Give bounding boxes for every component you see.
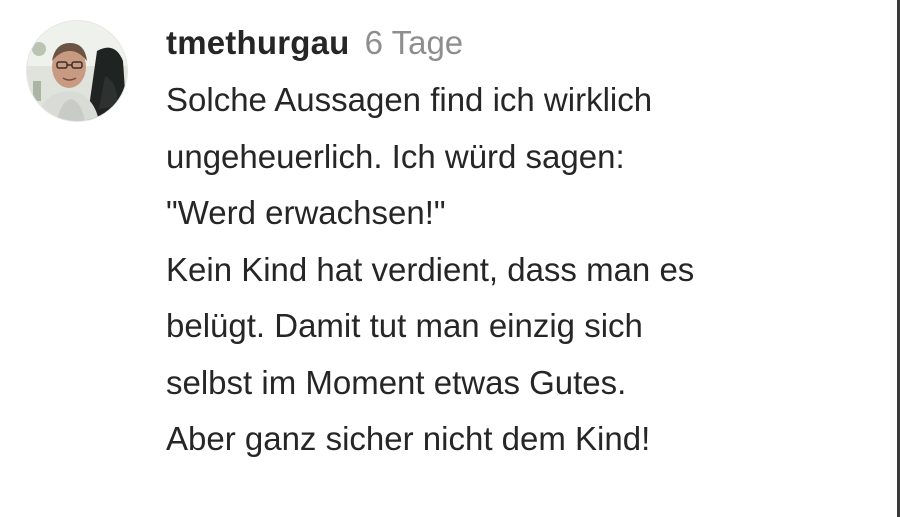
comment-text-line: ungeheuerlich. Ich würd sagen: (166, 137, 625, 175)
username-link[interactable]: tmethurgau (166, 24, 350, 61)
comment-header: tmethurgau 6 Tage (166, 18, 866, 68)
comment-text-line: Kein Kind hat verdient, dass man es (166, 250, 695, 288)
comment-text-line: Solche Aussagen find ich wirklich (166, 81, 653, 118)
comment-text: Solche Aussagen find ich wirklich ungehe… (166, 72, 866, 468)
comment-text-line: "Werd erwachsen!" (166, 194, 446, 231)
avatar[interactable] (26, 20, 128, 122)
comment-timestamp[interactable]: 6 Tage (365, 24, 463, 61)
comment-text-line: belügt. Damit tut man einzig sich (166, 307, 643, 344)
comment-body: tmethurgau 6 Tage Solche Aussagen find i… (166, 18, 866, 468)
user-avatar-photo-icon (27, 21, 127, 121)
comment-text-line: selbst im Moment etwas Gutes. (166, 363, 627, 401)
comment-text-line: Aber ganz sicher nicht dem Kind! (166, 420, 651, 457)
